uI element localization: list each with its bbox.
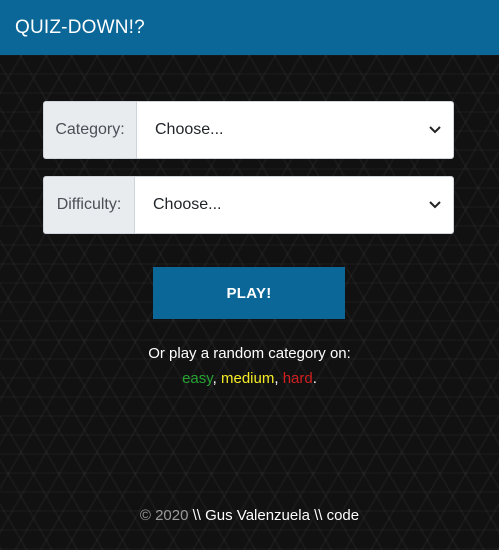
play-button[interactable]: PLAY! bbox=[153, 267, 345, 319]
category-label: Category: bbox=[43, 101, 136, 159]
brand-title[interactable]: QUIZ-DOWN!? bbox=[15, 17, 145, 39]
difficulty-label: Difficulty: bbox=[43, 176, 134, 234]
random-difficulty-links: easy, medium, hard. bbox=[182, 370, 317, 387]
chevron-down-icon bbox=[429, 198, 443, 212]
author-link[interactable]: \\ Gus Valenzuela \\ code bbox=[193, 507, 360, 524]
category-select[interactable]: Choose... bbox=[136, 101, 454, 159]
random-easy-link[interactable]: easy bbox=[182, 370, 213, 387]
random-category-text: Or play a random category on: bbox=[148, 345, 351, 362]
category-input-group: Category: Choose... bbox=[43, 101, 454, 159]
random-medium-link[interactable]: medium bbox=[221, 370, 274, 387]
difficulty-select[interactable]: Choose... bbox=[134, 176, 454, 234]
random-hard-link[interactable]: hard bbox=[283, 370, 313, 387]
chevron-down-icon bbox=[429, 123, 443, 137]
navbar: QUIZ-DOWN!? bbox=[0, 0, 499, 55]
difficulty-input-group: Difficulty: Choose... bbox=[43, 176, 454, 234]
category-select-value: Choose... bbox=[155, 121, 224, 138]
footer: © 2020 \\ Gus Valenzuela \\ code bbox=[0, 507, 499, 524]
copyright-text: © 2020 bbox=[139, 507, 189, 524]
difficulty-select-value: Choose... bbox=[153, 196, 222, 213]
